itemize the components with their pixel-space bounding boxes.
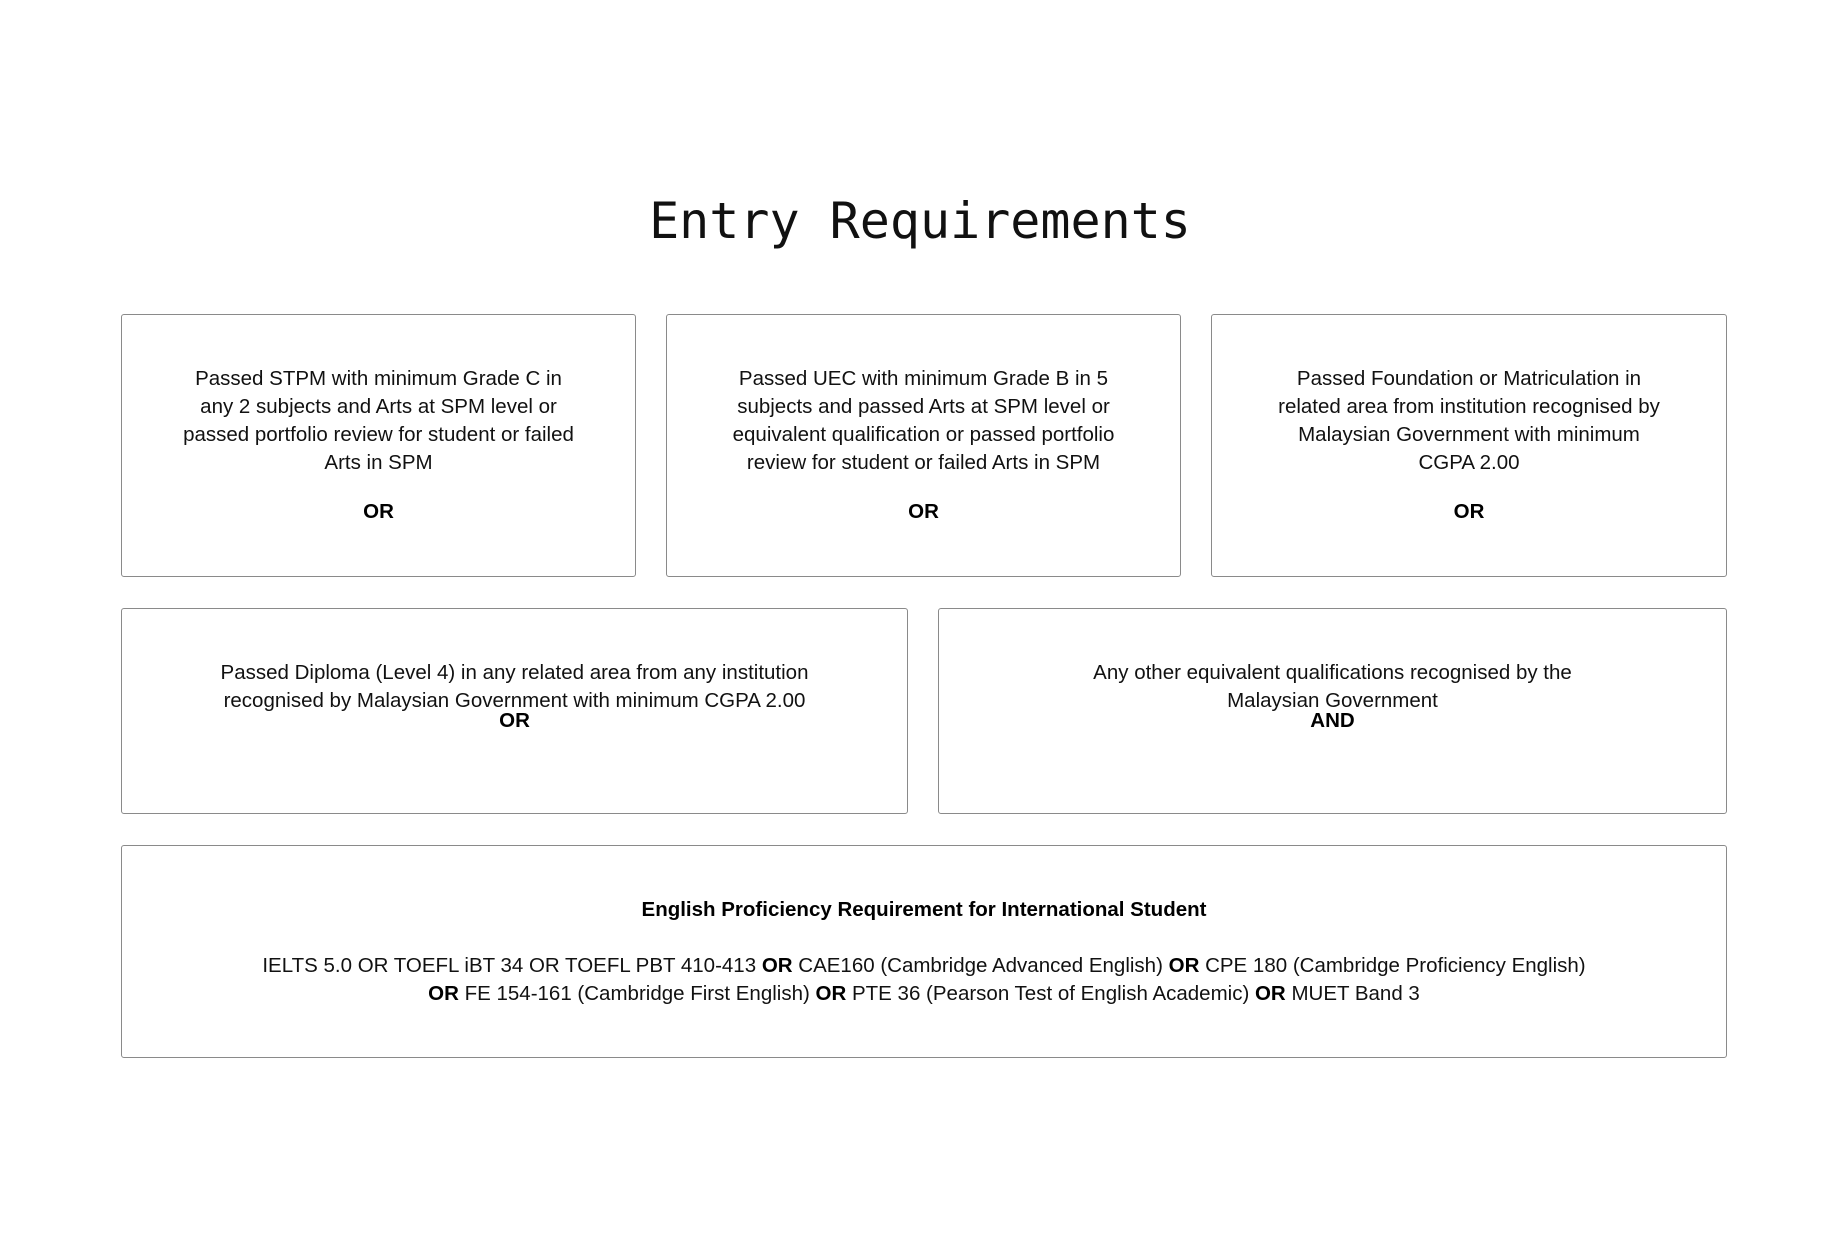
or-separator: OR: [428, 982, 459, 1005]
english-option: IELTS 5.0 OR TOEFL iBT 34 OR TOEFL PBT 4…: [262, 954, 757, 977]
connector-label: AND: [1310, 709, 1355, 732]
requirement-text: Passed UEC with minimum Grade B in 5 sub…: [732, 367, 1115, 474]
page-title: Entry Requirements: [649, 192, 1191, 250]
or-separator: OR: [1168, 954, 1200, 977]
connector-label: OR: [908, 500, 939, 523]
requirement-card-diploma: Passed Diploma (Level 4) in any related …: [121, 608, 908, 814]
english-option: CAE160 (Cambridge Advanced English): [798, 954, 1163, 977]
or-separator: OR: [761, 954, 793, 977]
or-separator: OR: [1254, 982, 1286, 1005]
english-options-line-2: OR FE 154-161 (Cambridge First English) …: [122, 980, 1726, 1008]
requirement-card-stpm: Passed STPM with minimum Grade C in any …: [121, 314, 636, 577]
or-separator: OR: [815, 982, 847, 1005]
english-option: FE 154-161 (Cambridge First English): [464, 982, 810, 1005]
english-option: PTE 36 (Pearson Test of English Academic…: [851, 982, 1250, 1005]
connector-label: OR: [1453, 500, 1485, 523]
requirement-card-foundation: Passed Foundation or Matriculation in re…: [1211, 314, 1727, 577]
requirement-card-equivalent: Any other equivalent qualifications reco…: [938, 608, 1727, 814]
connector-label: OR: [499, 709, 530, 732]
requirement-text: Passed Foundation or Matriculation in re…: [1278, 367, 1660, 474]
requirement-text: Passed STPM with minimum Grade C in any …: [183, 367, 574, 474]
english-proficiency-options: IELTS 5.0 OR TOEFL iBT 34 OR TOEFL PBT 4…: [122, 952, 1726, 1008]
english-options-line-1: IELTS 5.0 OR TOEFL iBT 34 OR TOEFL PBT 4…: [122, 952, 1726, 980]
requirement-card-uec: Passed UEC with minimum Grade B in 5 sub…: [666, 314, 1181, 577]
english-proficiency-card: English Proficiency Requirement for Inte…: [121, 845, 1727, 1058]
english-option: CPE 180 (Cambridge Proficiency English): [1205, 954, 1586, 977]
english-proficiency-title: English Proficiency Requirement for Inte…: [641, 898, 1207, 921]
connector-label: OR: [363, 500, 394, 523]
english-option: MUET Band 3: [1291, 982, 1420, 1005]
